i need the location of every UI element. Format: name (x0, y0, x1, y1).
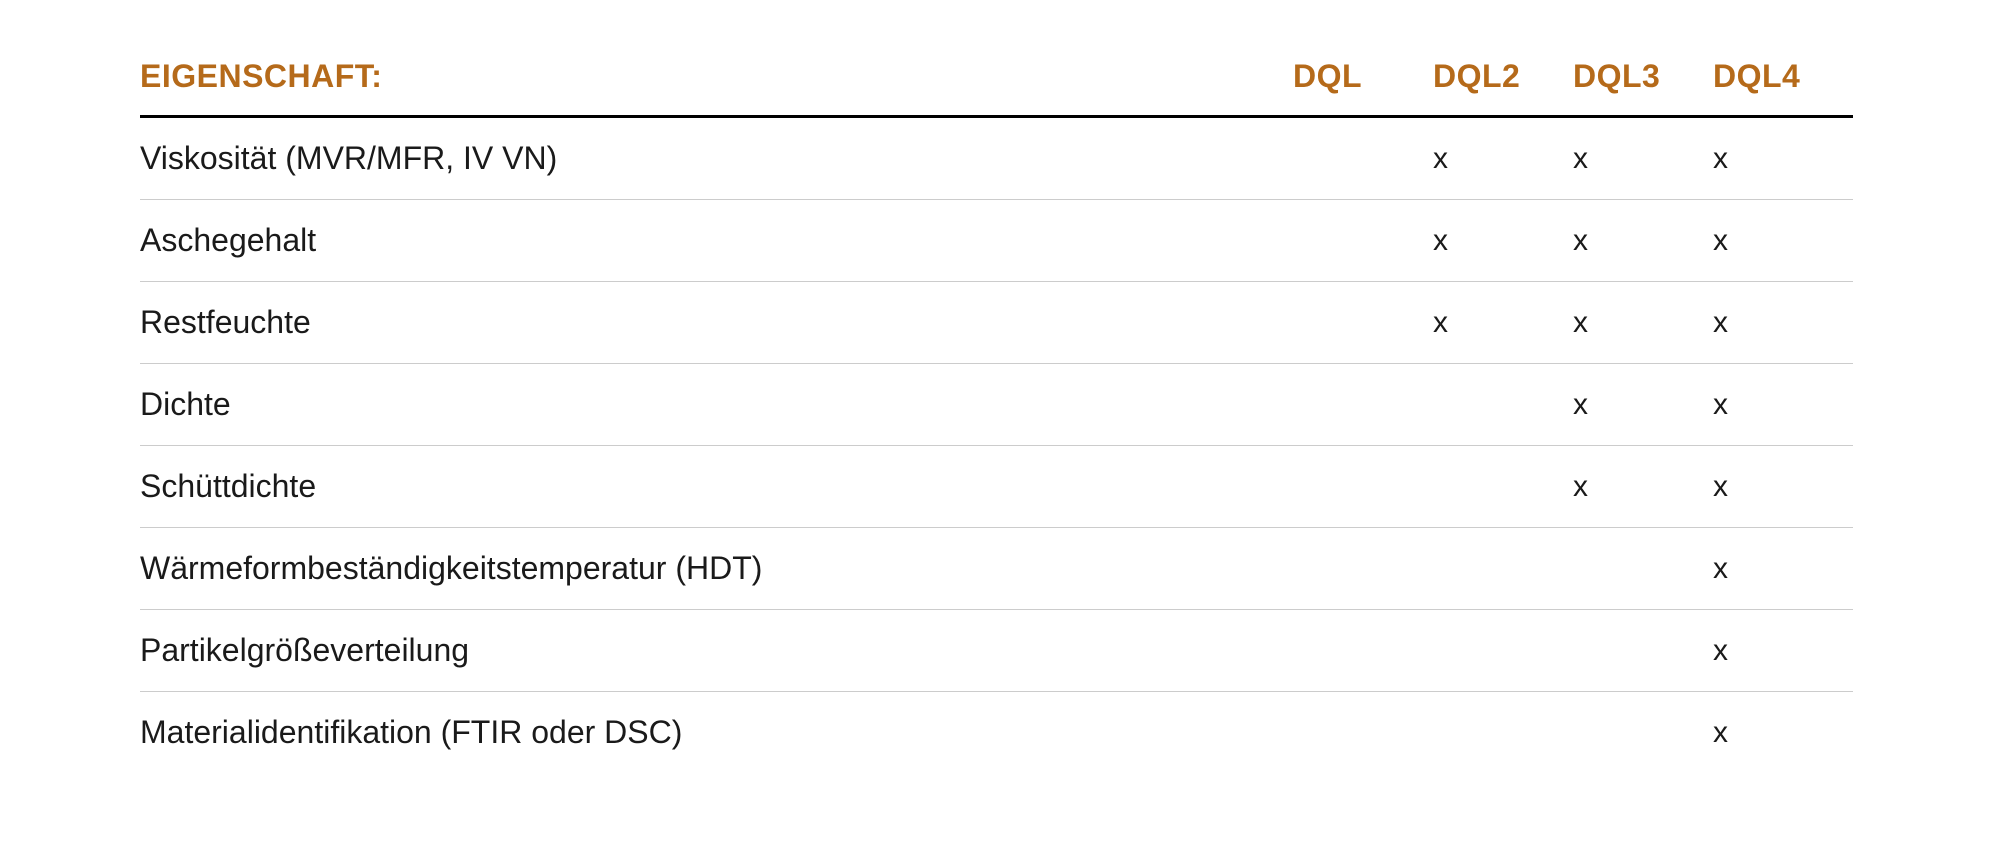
table-row: Materialidentifikation (FTIR oder DSC) x (140, 692, 1853, 773)
row-cell: x (1713, 142, 1853, 176)
row-property-label: Dichte (140, 386, 1293, 423)
row-property-label: Materialidentifikation (FTIR oder DSC) (140, 714, 1293, 751)
row-cell: x (1433, 306, 1573, 340)
table-row: Partikelgrößeverteilung x (140, 610, 1853, 692)
row-cell: x (1573, 388, 1713, 422)
row-cell: x (1573, 306, 1713, 340)
row-cell: x (1573, 470, 1713, 504)
row-cell: x (1713, 552, 1853, 586)
table-row: Dichte x x (140, 364, 1853, 446)
row-cell: x (1713, 634, 1853, 668)
table-row: Restfeuchte x x x (140, 282, 1853, 364)
properties-table: EIGENSCHAFT: DQL DQL2 DQL3 DQL4 Viskosit… (140, 40, 1853, 773)
table-row: Schüttdichte x x (140, 446, 1853, 528)
row-property-label: Restfeuchte (140, 304, 1293, 341)
row-cell: x (1573, 224, 1713, 258)
row-cell: x (1713, 388, 1853, 422)
header-property-label: EIGENSCHAFT: (140, 58, 1293, 95)
row-property-label: Schüttdichte (140, 468, 1293, 505)
row-cell: x (1713, 306, 1853, 340)
row-cell: x (1433, 142, 1573, 176)
row-property-label: Aschegehalt (140, 222, 1293, 259)
row-property-label: Viskosität (MVR/MFR, IV VN) (140, 140, 1293, 177)
row-cell: x (1713, 224, 1853, 258)
header-col-dql: DQL (1293, 58, 1433, 95)
table-row: Aschegehalt x x x (140, 200, 1853, 282)
row-property-label: Partikelgrößeverteilung (140, 632, 1293, 669)
table-row: Wärmeformbeständigkeitstemperatur (HDT) … (140, 528, 1853, 610)
row-cell: x (1713, 470, 1853, 504)
row-cell: x (1713, 716, 1853, 750)
header-col-dql2: DQL2 (1433, 58, 1573, 95)
header-col-dql4: DQL4 (1713, 58, 1853, 95)
row-property-label: Wärmeformbeständigkeitstemperatur (HDT) (140, 550, 1293, 587)
row-cell: x (1433, 224, 1573, 258)
table-header-row: EIGENSCHAFT: DQL DQL2 DQL3 DQL4 (140, 40, 1853, 118)
table-row: Viskosität (MVR/MFR, IV VN) x x x (140, 118, 1853, 200)
header-col-dql3: DQL3 (1573, 58, 1713, 95)
row-cell: x (1573, 142, 1713, 176)
